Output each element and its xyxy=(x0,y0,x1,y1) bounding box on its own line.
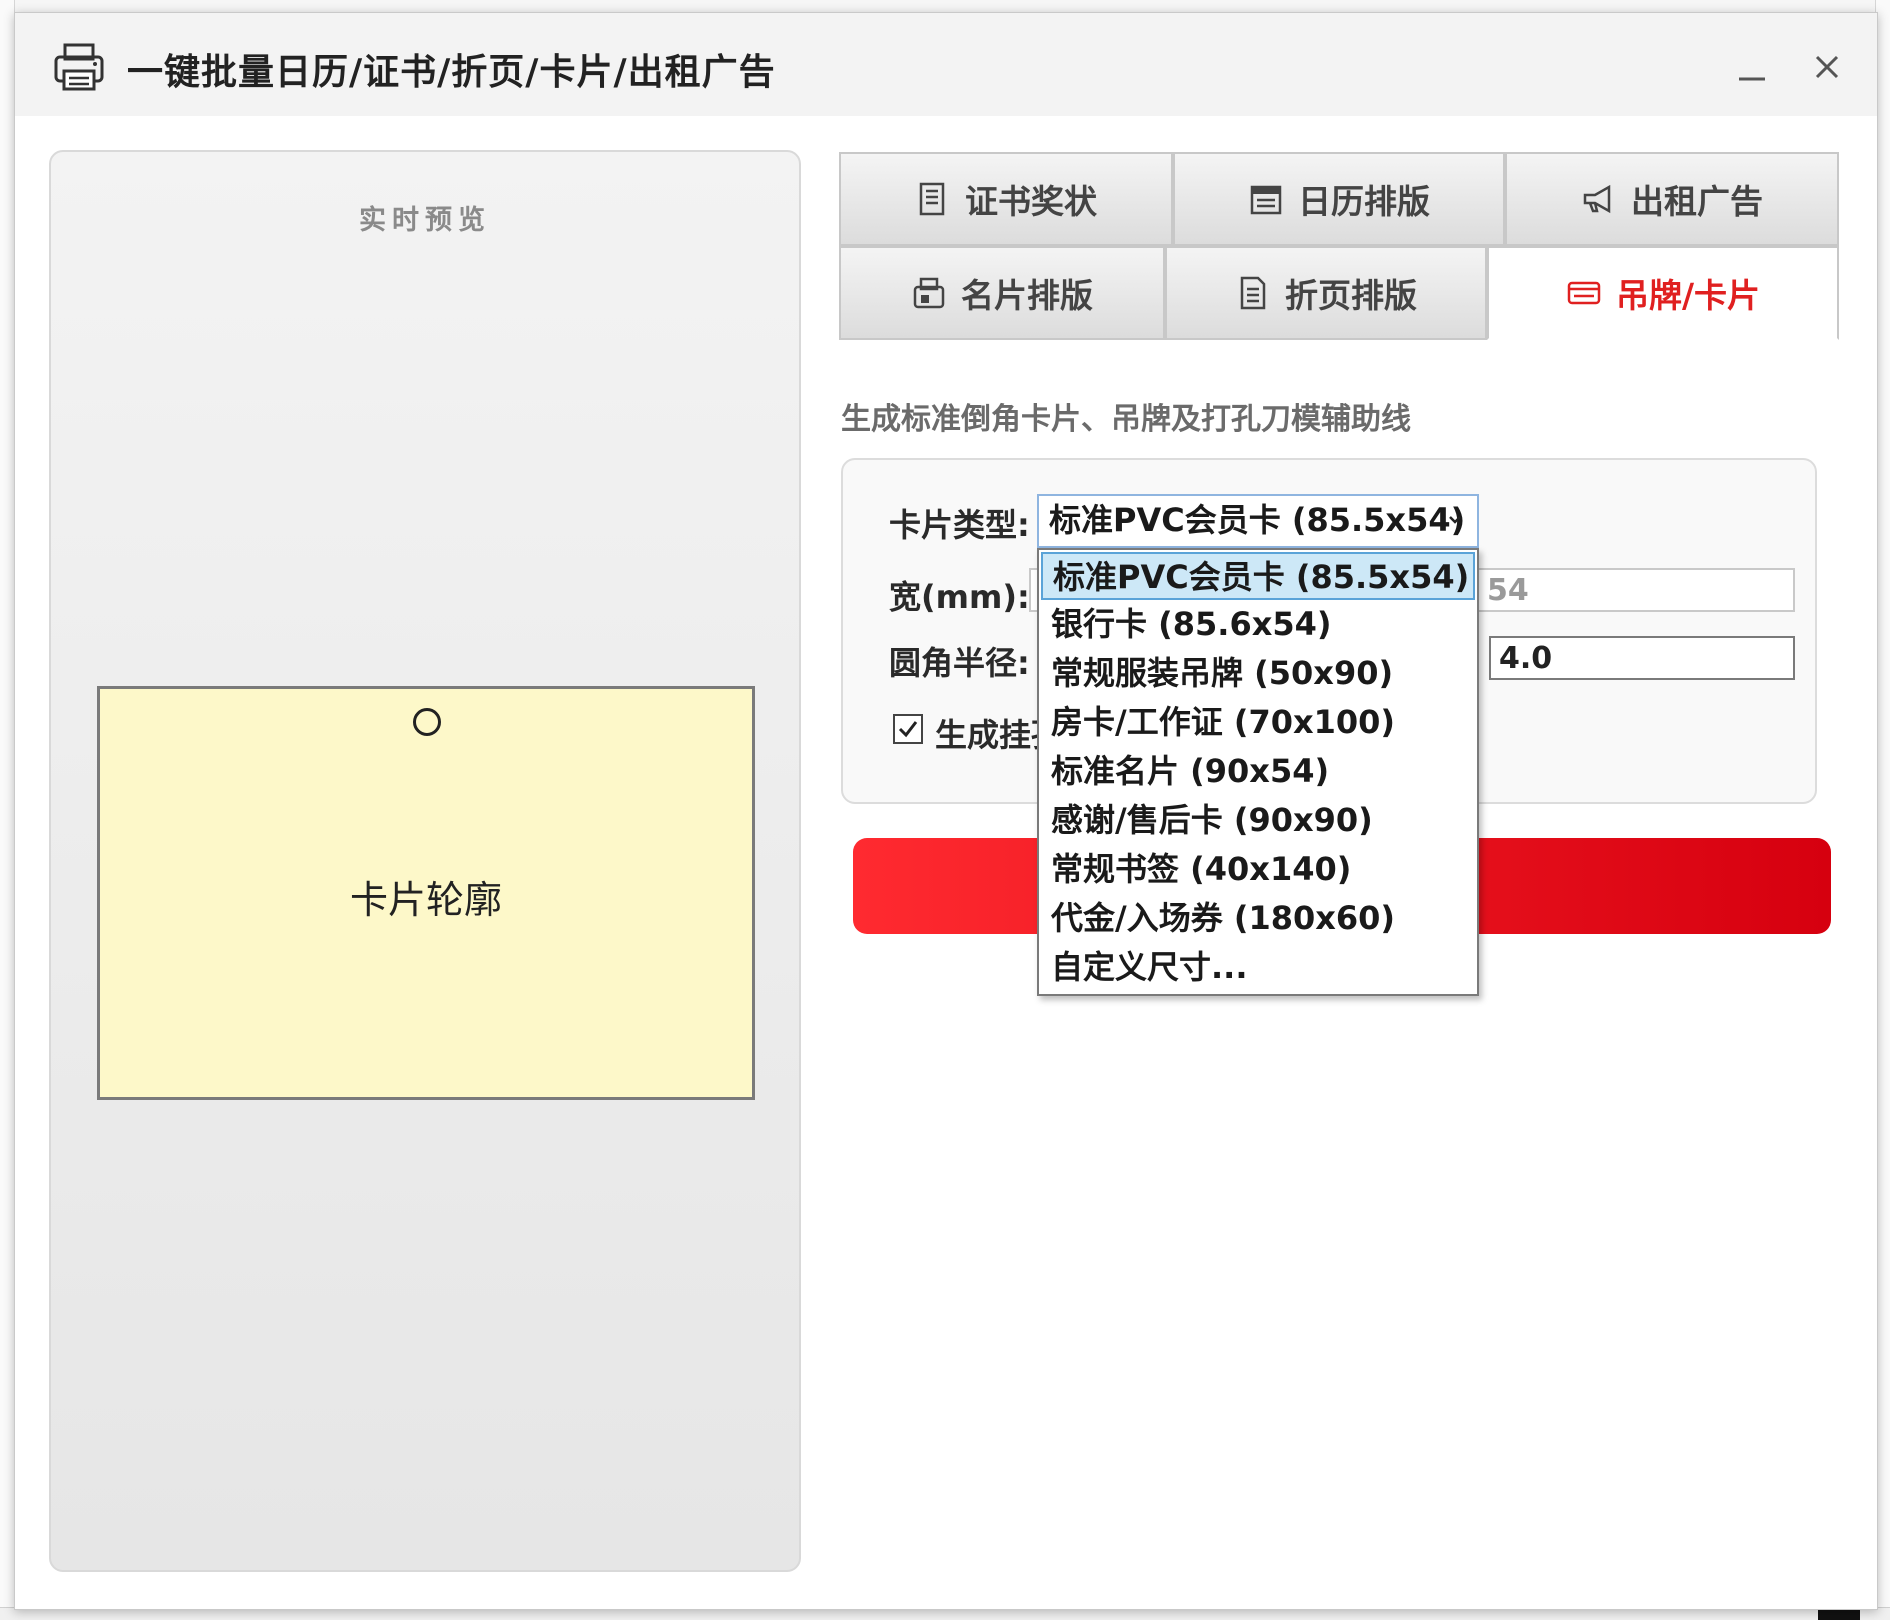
tab-tag-card-label: 吊牌/卡片 xyxy=(1615,276,1761,315)
minimize-icon[interactable] xyxy=(1731,47,1771,87)
dropdown-option[interactable]: 常规服装吊牌 (50x90) xyxy=(1041,650,1475,698)
width-label: 宽(mm): xyxy=(889,578,1030,616)
document-icon xyxy=(1240,276,1266,310)
dropdown-option[interactable]: 感谢/售后卡 (90x90) xyxy=(1041,797,1475,845)
tab-calendar-label: 日历排版 xyxy=(1298,182,1430,221)
tab-brochure[interactable]: 折页排版 xyxy=(1165,246,1487,340)
card-type-dropdown-list: 标准PVC会员卡 (85.5x54) 银行卡 (85.6x54) 常规服装吊牌 … xyxy=(1037,548,1479,996)
panel-subtitle: 生成标准倒角卡片、吊牌及打孔刀模辅助线 xyxy=(841,402,1411,437)
dropdown-option[interactable]: 标准名片 (90x54) xyxy=(1041,748,1475,796)
background-app-left-edge xyxy=(0,0,15,1620)
certificate-icon xyxy=(919,182,945,216)
megaphone-icon xyxy=(1583,184,1611,214)
chevron-down-icon xyxy=(1449,516,1461,524)
business-card-icon xyxy=(913,277,945,309)
card-icon xyxy=(1567,281,1601,305)
tab-business-card-label: 名片排版 xyxy=(961,276,1093,315)
radius-input[interactable]: 4.0 xyxy=(1489,636,1795,680)
dialog-body: 实时预览 卡片轮廓 证书奖状 日历排版 出租广告 名片排版 折页排版 吊牌/卡片… xyxy=(15,116,1877,1609)
tab-rental-ad-label: 出租广告 xyxy=(1631,182,1763,221)
preview-panel: 实时预览 卡片轮廓 xyxy=(49,150,801,1572)
dropdown-option[interactable]: 代金/入场券 (180x60) xyxy=(1041,895,1475,943)
printer-icon xyxy=(54,43,104,91)
card-outline-preview: 卡片轮廓 xyxy=(97,686,755,1100)
tab-business-card[interactable]: 名片排版 xyxy=(839,246,1165,340)
dropdown-option[interactable]: 房卡/工作证 (70x100) xyxy=(1041,699,1475,747)
tab-rental-ad[interactable]: 出租广告 xyxy=(1505,152,1839,246)
card-type-label: 卡片类型: xyxy=(889,506,1030,544)
height-input[interactable]: 54 xyxy=(1477,568,1795,612)
dropdown-option[interactable]: 标准PVC会员卡 (85.5x54) xyxy=(1041,552,1475,600)
main-dialog: 一键批量日历/证书/折页/卡片/出租广告 实时预览 卡片轮廓 证书奖状 日历排版… xyxy=(14,12,1878,1610)
hang-hole-checkbox[interactable] xyxy=(893,714,923,744)
hang-hole-marker xyxy=(413,708,441,736)
window-title: 一键批量日历/证书/折页/卡片/出租广告 xyxy=(127,52,776,93)
dropdown-option[interactable]: 自定义尺寸... xyxy=(1041,944,1475,992)
calendar-icon xyxy=(1250,185,1282,215)
dropdown-option[interactable]: 常规书签 (40x140) xyxy=(1041,846,1475,894)
preview-title: 实时预览 xyxy=(359,205,491,236)
radius-label: 圆角半径: xyxy=(889,644,1030,682)
title-bar[interactable]: 一键批量日历/证书/折页/卡片/出租广告 xyxy=(15,13,1877,116)
tab-brochure-label: 折页排版 xyxy=(1285,276,1417,315)
tab-certificate[interactable]: 证书奖状 xyxy=(839,152,1173,246)
card-type-select-value: 标准PVC会员卡 (85.5x54) xyxy=(1049,501,1466,539)
tab-calendar[interactable]: 日历排版 xyxy=(1173,152,1505,246)
tab-certificate-label: 证书奖状 xyxy=(965,182,1097,221)
tab-tag-card[interactable]: 吊牌/卡片 xyxy=(1487,246,1839,340)
card-type-select[interactable]: 标准PVC会员卡 (85.5x54) xyxy=(1037,494,1479,548)
card-outline-label: 卡片轮廓 xyxy=(349,878,502,922)
close-icon[interactable] xyxy=(1807,47,1847,87)
dropdown-option[interactable]: 银行卡 (85.6x54) xyxy=(1041,601,1475,649)
